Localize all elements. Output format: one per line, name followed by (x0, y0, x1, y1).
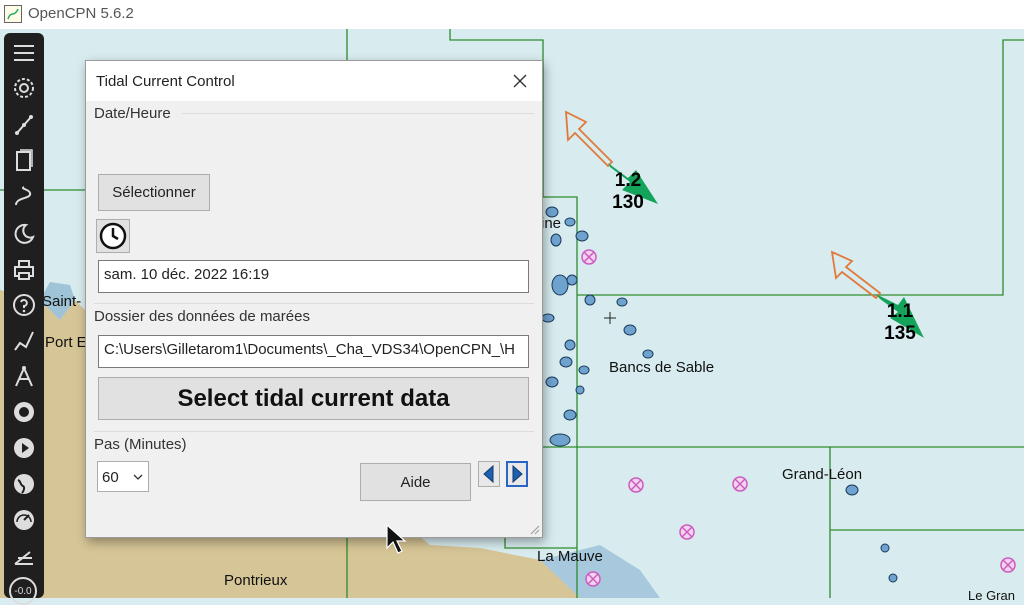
bottom-indicator: -0.0 (9, 577, 37, 605)
current-label-2: 1.1 135 (878, 301, 922, 345)
map-label-bancs-de-sable: Bancs de Sable (609, 359, 715, 376)
help-icon[interactable] (12, 293, 36, 317)
map-label-le-gran: Le Gran (968, 588, 1015, 603)
nav-icon[interactable] (12, 544, 36, 568)
close-button[interactable] (504, 66, 536, 96)
pages-icon[interactable] (12, 149, 36, 173)
folder-path-value: C:\Users\Gilletarom1\Documents\_Cha_VDS3… (104, 341, 515, 358)
current-direction: 130 (612, 192, 644, 213)
clock-icon (99, 222, 127, 250)
arrow-left-icon (483, 464, 494, 484)
window-title: OpenCPN 5.6.2 (28, 5, 134, 22)
map-label-grand-leon: Grand-Léon (782, 466, 863, 483)
chevron-down-icon (133, 474, 143, 480)
gauge-icon[interactable] (12, 508, 36, 532)
next-button[interactable] (506, 461, 528, 487)
dialog-title: Tidal Current Control (96, 73, 235, 90)
route-icon[interactable] (12, 113, 36, 137)
select-date-button-label: Sélectionner (112, 184, 196, 201)
arrow-right-icon (512, 464, 523, 484)
map-label-saint: Saint- (42, 293, 82, 310)
step-group-label: Pas (Minutes) (94, 436, 187, 453)
print-icon[interactable] (12, 258, 36, 282)
help-button-label: Aide (400, 473, 431, 491)
current-speed: 1.2 (614, 170, 642, 191)
opencpn-logo-icon (4, 5, 22, 23)
current-direction: 135 (884, 323, 916, 344)
title-bar: OpenCPN 5.6.2 (0, 0, 1024, 30)
main-toolbar: -0.0 (4, 33, 44, 605)
map-label-pontrieux: Pontrieux (224, 572, 288, 589)
resize-grip-icon[interactable] (530, 525, 540, 535)
globe-icon[interactable] (12, 472, 36, 496)
close-icon (513, 74, 527, 88)
menu-icon[interactable] (12, 41, 36, 65)
record-icon[interactable] (12, 400, 36, 424)
map-label-port: Port E (45, 334, 87, 351)
track-icon[interactable] (12, 185, 36, 209)
datetime-value: sam. 10 déc. 2022 16:19 (104, 266, 270, 283)
dialog-header[interactable]: Tidal Current Control (86, 61, 542, 101)
moon-icon[interactable] (12, 222, 36, 246)
tidal-current-dialog: Tidal Current Control Date/Heure Sélecti… (85, 60, 543, 538)
divider (182, 113, 534, 114)
select-tidal-data-label: Select tidal current data (177, 384, 450, 412)
folder-group-label: Dossier des données de marées (94, 308, 310, 325)
select-date-button[interactable]: Sélectionner (98, 174, 210, 211)
compass-icon[interactable] (12, 365, 36, 389)
divider (94, 303, 534, 304)
current-label-1: 1.2 130 (606, 170, 650, 214)
help-button[interactable]: Aide (360, 463, 471, 501)
mouse-cursor-icon (386, 524, 407, 554)
current-speed: 1.1 (886, 301, 914, 322)
select-tidal-data-button[interactable]: Select tidal current data (98, 377, 529, 420)
bottom-indicator-value: -0.0 (14, 585, 32, 597)
step-select[interactable]: 60 (97, 461, 149, 492)
map-label-ine: ine (541, 215, 562, 232)
datetime-field[interactable]: sam. 10 déc. 2022 16:19 (98, 260, 529, 293)
now-button[interactable] (96, 219, 130, 253)
map-label-la-mauve: La Mauve (537, 548, 603, 565)
draw-icon[interactable] (12, 329, 36, 353)
step-value: 60 (102, 469, 119, 486)
gear-icon[interactable] (12, 76, 36, 100)
previous-button[interactable] (478, 461, 500, 487)
divider (94, 431, 534, 432)
play-icon[interactable] (12, 436, 36, 460)
folder-path-field[interactable]: C:\Users\Gilletarom1\Documents\_Cha_VDS3… (98, 335, 529, 368)
date-group-label: Date/Heure (94, 105, 171, 122)
